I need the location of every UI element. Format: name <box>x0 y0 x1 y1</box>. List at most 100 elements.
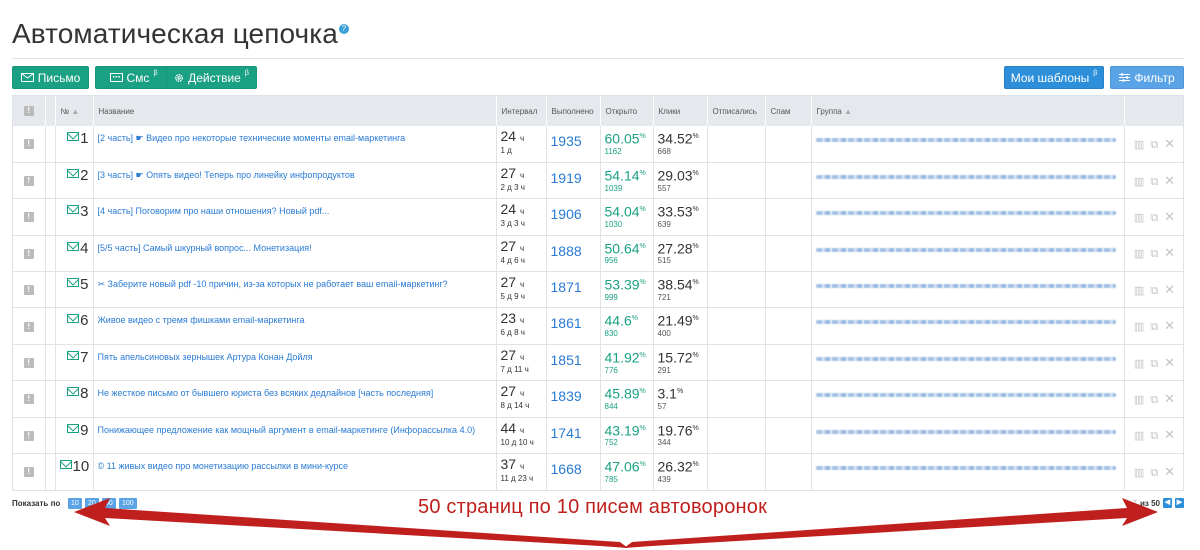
stats-icon[interactable]: ▥ <box>1134 393 1144 406</box>
copy-icon[interactable]: ⧉ <box>1150 176 1158 189</box>
row-number-cell[interactable]: 5 <box>55 271 94 308</box>
warning-icon[interactable]: ! <box>23 394 34 405</box>
stats-icon[interactable]: ▥ <box>1134 211 1144 224</box>
row-number-cell[interactable]: 2 <box>55 161 94 199</box>
row-done-cell: 1861 <box>546 307 601 345</box>
warning-icon[interactable]: ! <box>23 358 34 369</box>
close-icon[interactable]: ✕ <box>1164 282 1175 298</box>
row-number-cell[interactable]: 4 <box>55 234 94 272</box>
col-header-spam[interactable]: Спам <box>765 96 812 126</box>
row-name-link[interactable]: Живое видео с тремя фишками email-маркет… <box>98 311 492 325</box>
row-number-cell[interactable]: 1 <box>55 126 94 163</box>
stats-icon[interactable]: ▥ <box>1134 320 1144 333</box>
row-number-cell[interactable]: 6 <box>55 307 94 345</box>
col-header-interval[interactable]: Интервал <box>496 96 547 126</box>
copy-icon[interactable]: ⧉ <box>1150 394 1158 407</box>
copy-icon[interactable]: ⧉ <box>1150 430 1158 443</box>
stats-icon[interactable]: ▥ <box>1134 138 1144 151</box>
col-header-name[interactable]: Название <box>93 96 497 126</box>
row-done[interactable]: 1871 <box>551 275 596 295</box>
row-done[interactable]: 1888 <box>551 239 596 259</box>
row-spacer-cell <box>45 234 56 272</box>
warning-icon[interactable]: ! <box>23 139 34 150</box>
stats-icon[interactable]: ▥ <box>1134 357 1144 370</box>
row-number-cell[interactable]: 8 <box>55 380 94 418</box>
row-spacer-cell <box>45 198 56 236</box>
row-actions-cell: ▥ ⧉ ✕ <box>1124 307 1183 345</box>
copy-icon[interactable]: ⧉ <box>1150 212 1158 225</box>
stats-icon[interactable]: ▥ <box>1134 175 1144 188</box>
stats-icon[interactable]: ▥ <box>1134 284 1144 297</box>
envelope-icon <box>67 132 80 141</box>
col-header-number-label: № <box>60 106 70 116</box>
help-icon[interactable]: ? <box>338 24 349 34</box>
percent-sign: % <box>631 315 638 323</box>
row-number-cell[interactable]: 9 <box>55 416 94 454</box>
row-name-link[interactable]: Пять апельсиновых зернышек Артура Конан … <box>98 348 492 362</box>
col-header-done[interactable]: Выполнено <box>546 96 601 126</box>
row-name-link[interactable]: © 11 живых видео про монетизацию рассылк… <box>98 457 492 471</box>
row-interval: 27 <box>500 164 517 181</box>
close-icon[interactable]: ✕ <box>1164 136 1175 152</box>
filter-label: Фильтр <box>1134 70 1175 85</box>
add-sms-button[interactable]: Смс β <box>95 66 172 89</box>
row-name-link[interactable]: [4 часть] Поговорим про наши отношения? … <box>98 202 492 216</box>
stats-icon[interactable]: ▥ <box>1134 429 1144 442</box>
copy-icon[interactable]: ⧉ <box>1150 248 1158 261</box>
row-done[interactable]: 1919 <box>551 166 596 186</box>
close-icon[interactable]: ✕ <box>1164 318 1175 334</box>
row-done[interactable]: 1906 <box>551 202 596 222</box>
close-icon[interactable]: ✕ <box>1164 355 1175 371</box>
row-done[interactable]: 1741 <box>551 421 596 441</box>
copy-icon[interactable]: ⧉ <box>1150 285 1158 298</box>
warning-icon[interactable]: ! <box>23 467 34 478</box>
stats-icon[interactable]: ▥ <box>1134 466 1144 479</box>
warning-icon[interactable]: ! <box>23 212 34 223</box>
close-icon[interactable]: ✕ <box>1164 245 1175 261</box>
close-icon[interactable]: ✕ <box>1164 464 1175 480</box>
close-icon[interactable]: ✕ <box>1164 209 1175 225</box>
row-name-link[interactable]: [5/5 часть] Самый шкурный вопрос... Моне… <box>98 239 492 253</box>
col-header-unsub[interactable]: Отписались <box>707 96 766 126</box>
col-header-opened[interactable]: Открыто <box>600 96 654 126</box>
warning-icon[interactable]: ! <box>23 285 34 296</box>
add-action-button[interactable]: Действие β <box>166 66 257 89</box>
col-header-clicks[interactable]: Клики <box>653 96 708 126</box>
close-icon[interactable]: ✕ <box>1164 391 1175 407</box>
row-spacer-cell <box>45 380 56 418</box>
row-name-link[interactable]: ✂ Заберите новый pdf -10 причин, из-за к… <box>98 275 492 290</box>
row-number-cell[interactable]: 7 <box>55 343 94 381</box>
row-name-link[interactable]: Не жесткое письмо от бывшего юриста без … <box>98 384 492 398</box>
row-done[interactable]: 1668 <box>551 457 596 477</box>
row-name-link[interactable]: [3 часть] ☛ Опять видео! Теперь про лине… <box>98 166 492 181</box>
row-done[interactable]: 1839 <box>551 384 596 404</box>
filter-button[interactable]: Фильтр <box>1110 66 1184 89</box>
copy-icon[interactable]: ⧉ <box>1150 321 1158 334</box>
copy-icon[interactable]: ⧉ <box>1150 358 1158 371</box>
row-number-cell[interactable]: 10 <box>55 453 94 490</box>
row-done-cell: 1851 <box>546 343 601 381</box>
row-name-link[interactable]: [2 часть] ☛ Видео про некоторые техничес… <box>98 129 492 144</box>
close-icon[interactable]: ✕ <box>1164 173 1175 189</box>
row-interval: 27 <box>500 237 517 254</box>
my-templates-button[interactable]: Мои шаблоны β <box>1004 66 1104 89</box>
warning-icon[interactable]: ! <box>23 176 34 187</box>
row-clicks-count: 639 <box>657 219 671 229</box>
close-icon[interactable]: ✕ <box>1164 427 1175 443</box>
row-done[interactable]: 1851 <box>551 348 596 368</box>
copy-icon[interactable]: ⧉ <box>1150 467 1158 480</box>
stats-icon[interactable]: ▥ <box>1134 247 1144 260</box>
warning-icon[interactable]: ! <box>23 248 34 259</box>
row-name-link[interactable]: Понижающее предложение как мощный аргуме… <box>98 421 492 435</box>
row-done[interactable]: 1861 <box>551 311 596 331</box>
row-number: 5 <box>80 276 89 294</box>
row-done[interactable]: 1935 <box>551 129 596 149</box>
warning-icon[interactable]: ! <box>23 321 34 332</box>
row-spam-cell <box>765 343 812 381</box>
row-number-cell[interactable]: 3 <box>55 198 94 236</box>
warning-icon[interactable]: ! <box>23 430 34 441</box>
col-header-group[interactable]: Группа ▲ <box>811 96 1125 126</box>
add-letter-button[interactable]: Письмо <box>12 66 89 89</box>
copy-icon[interactable]: ⧉ <box>1150 139 1158 152</box>
col-header-number[interactable]: № ▲ <box>55 96 94 126</box>
